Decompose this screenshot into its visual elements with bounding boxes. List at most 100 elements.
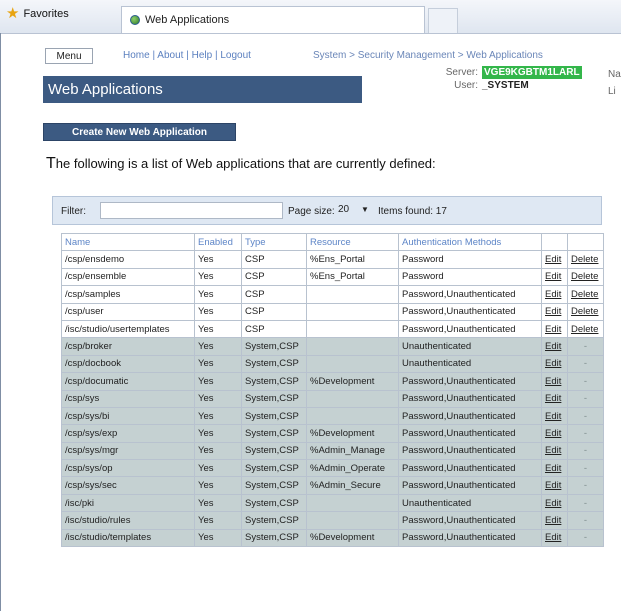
- edit-link[interactable]: Edit: [541, 372, 568, 391]
- delete-unavailable: -: [567, 476, 604, 495]
- edit-link[interactable]: Edit: [541, 441, 568, 461]
- table-row: /csp/sys/bi Yes System,CSP Password,Unauthe…: [61, 406, 604, 426]
- col-auth-methods[interactable]: Authentication Methods: [398, 232, 542, 252]
- page-title: Web Applications: [43, 76, 362, 103]
- cell-name: /csp/user: [61, 302, 195, 321]
- table-row: /csp/ensemble Yes CSP %Ens_Portal Password Ed…: [61, 267, 604, 287]
- cell-resource: [306, 302, 399, 321]
- edit-link[interactable]: Edit: [541, 389, 568, 408]
- edit-link[interactable]: Edit: [541, 250, 568, 269]
- edit-link[interactable]: Edit: [541, 528, 568, 548]
- cell-auth: Password,Unauthenticated: [398, 476, 542, 495]
- cell-enabled: Yes: [194, 285, 242, 304]
- cell-type: System,CSP: [241, 511, 307, 530]
- cell-enabled: Yes: [194, 354, 242, 374]
- edit-link[interactable]: Edit: [541, 302, 568, 321]
- server-info: Server: VGE9KGBTM1LARL User: _SYSTEM: [440, 66, 582, 91]
- cell-enabled: Yes: [194, 493, 242, 513]
- edit-link[interactable]: Edit: [541, 493, 568, 513]
- edit-link[interactable]: Edit: [541, 424, 568, 443]
- delete-link[interactable]: Delete: [567, 285, 604, 304]
- cell-enabled: Yes: [194, 424, 242, 443]
- delete-link[interactable]: Delete: [567, 250, 604, 269]
- table-row: /csp/samples Yes CSP Password,Unauthenticat…: [61, 285, 604, 304]
- cell-type: System,CSP: [241, 459, 307, 478]
- delete-unavailable: -: [567, 459, 604, 478]
- edit-link[interactable]: Edit: [541, 285, 568, 304]
- page-size-value: 20: [338, 204, 350, 215]
- cell-enabled: Yes: [194, 372, 242, 391]
- license-label-cut: Li: [608, 86, 616, 97]
- edit-link[interactable]: Edit: [541, 337, 568, 356]
- table-row: /csp/user Yes CSP Password,Unauthenticated E…: [61, 302, 604, 321]
- browser-toolbar: ★ Favorites Web Applications: [0, 0, 621, 34]
- about-link[interactable]: About: [157, 50, 183, 61]
- delete-link[interactable]: Delete: [567, 319, 604, 339]
- intro-first-letter: T: [46, 155, 56, 172]
- cell-resource: [306, 319, 399, 339]
- table-row: /isc/pki Yes System,CSP Unauthenticated Edit…: [61, 493, 604, 513]
- cell-auth: Password,Unauthenticated: [398, 424, 542, 443]
- cell-type: CSP: [241, 267, 307, 287]
- table-row: /csp/documatic Yes System,CSP %Development P…: [61, 372, 604, 391]
- cell-enabled: Yes: [194, 250, 242, 269]
- create-web-app-button[interactable]: Create New Web Application: [43, 123, 236, 141]
- cell-auth: Password: [398, 250, 542, 269]
- cell-auth: Password: [398, 267, 542, 287]
- edit-link[interactable]: Edit: [541, 319, 568, 339]
- cell-enabled: Yes: [194, 511, 242, 530]
- cell-type: System,CSP: [241, 337, 307, 356]
- cell-name: /isc/studio/templates: [61, 528, 195, 548]
- col-name[interactable]: Name: [61, 232, 195, 252]
- table-header-row: Name Enabled Type Resource Authenticatio…: [61, 232, 604, 252]
- cell-type: System,CSP: [241, 424, 307, 443]
- edit-link[interactable]: Edit: [541, 476, 568, 495]
- home-link[interactable]: Home: [123, 50, 150, 61]
- edit-link[interactable]: Edit: [541, 406, 568, 426]
- user-value: _SYSTEM: [482, 80, 529, 91]
- intro-rest: he following is a list of Web applicatio…: [55, 156, 436, 171]
- col-resource[interactable]: Resource: [306, 232, 399, 252]
- delete-unavailable: -: [567, 354, 604, 374]
- table-body: /csp/ensdemo Yes CSP %Ens_Portal Password Edi…: [61, 250, 604, 548]
- filter-input[interactable]: [100, 202, 283, 219]
- delete-link[interactable]: Delete: [567, 302, 604, 321]
- cell-name: /isc/studio/usertemplates: [61, 319, 195, 339]
- table-row: /csp/broker Yes System,CSP Unauthenticated E…: [61, 337, 604, 356]
- cell-auth: Unauthenticated: [398, 354, 542, 374]
- breadcrumb[interactable]: System > Security Management > Web Appli…: [313, 50, 543, 61]
- cell-auth: Password,Unauthenticated: [398, 441, 542, 461]
- favorites-button[interactable]: ★ Favorites: [6, 6, 69, 21]
- delete-unavailable: -: [567, 337, 604, 356]
- col-type[interactable]: Type: [241, 232, 307, 252]
- filter-label: Filter:: [61, 206, 86, 217]
- cell-type: System,CSP: [241, 441, 307, 461]
- table-row: /csp/docbook Yes System,CSP Unauthenticated…: [61, 354, 604, 374]
- help-link[interactable]: Help: [192, 50, 213, 61]
- delete-unavailable: -: [567, 511, 604, 530]
- dropdown-arrow-icon: ▼: [361, 205, 369, 214]
- browser-tab[interactable]: Web Applications: [121, 6, 425, 33]
- cell-name: /csp/ensdemo: [61, 250, 195, 269]
- cell-resource: [306, 389, 399, 408]
- cell-type: System,CSP: [241, 476, 307, 495]
- col-enabled[interactable]: Enabled: [194, 232, 242, 252]
- cell-name: /csp/samples: [61, 285, 195, 304]
- cell-resource: [306, 511, 399, 530]
- link-separator: |: [183, 50, 192, 61]
- logout-link[interactable]: Logout: [220, 50, 251, 61]
- edit-link[interactable]: Edit: [541, 511, 568, 530]
- edit-link[interactable]: Edit: [541, 354, 568, 374]
- delete-link[interactable]: Delete: [567, 267, 604, 287]
- menu-button[interactable]: Menu: [45, 48, 93, 64]
- cell-auth: Password,Unauthenticated: [398, 389, 542, 408]
- table-row: /isc/studio/rules Yes System,CSP Password,U…: [61, 511, 604, 530]
- edit-link[interactable]: Edit: [541, 267, 568, 287]
- new-tab-button[interactable]: [428, 8, 458, 33]
- edit-link[interactable]: Edit: [541, 459, 568, 478]
- cell-resource: %Development: [306, 424, 399, 443]
- cell-type: CSP: [241, 302, 307, 321]
- server-label: Server:: [445, 67, 478, 78]
- table-row: /csp/sys/mgr Yes System,CSP %Admin_Manage Pa…: [61, 441, 604, 461]
- page-size-select[interactable]: 20 ▼: [335, 202, 375, 219]
